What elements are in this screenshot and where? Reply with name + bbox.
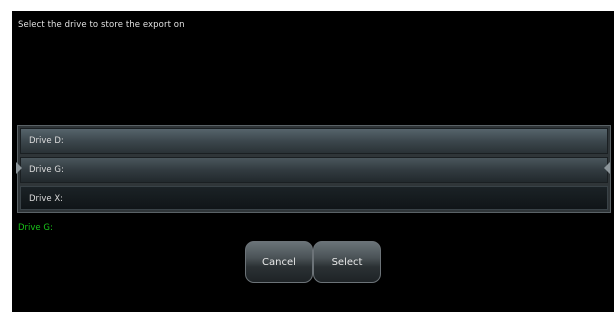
drive-label: Drive X:: [29, 194, 64, 204]
selection-left-arrow-icon: [16, 162, 22, 174]
drive-list: Drive D: Drive G: Drive X:: [17, 125, 611, 213]
drive-list-item[interactable]: Drive D:: [20, 128, 608, 154]
selection-right-arrow-icon: [604, 162, 610, 174]
drive-label: Drive D:: [29, 136, 64, 146]
drive-list-item[interactable]: Drive X:: [20, 186, 608, 210]
drive-list-item-selected[interactable]: Drive G:: [20, 157, 608, 183]
cancel-button[interactable]: Cancel: [245, 241, 313, 283]
select-button[interactable]: Select: [313, 241, 381, 283]
export-drive-dialog: Select the drive to store the export on …: [12, 11, 614, 312]
dialog-prompt: Select the drive to store the export on: [18, 20, 185, 30]
drive-label: Drive G:: [29, 165, 64, 175]
selected-drive-status: Drive G:: [18, 223, 53, 233]
